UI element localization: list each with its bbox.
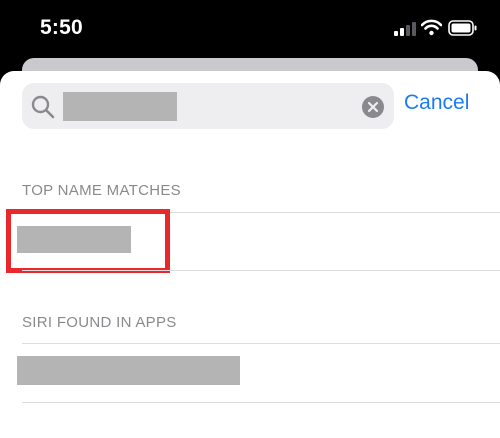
battery-icon [448,20,477,36]
signal-icon [394,22,416,36]
status-time: 5:50 [40,16,83,39]
search-query-redacted [63,92,177,121]
divider [22,270,500,271]
clear-icon[interactable] [361,95,385,119]
highlight-box [6,209,170,273]
status-bar: 5:50 [0,0,500,62]
wifi-icon [421,19,442,36]
section-header-siri-found-in-apps: SIRI FOUND IN APPS [22,314,177,331]
section-header-top-name-matches: TOP NAME MATCHES [22,182,181,199]
redacted-content [17,356,240,385]
divider [22,402,500,403]
cancel-button[interactable]: Cancel [404,91,469,115]
search-icon [31,95,55,119]
